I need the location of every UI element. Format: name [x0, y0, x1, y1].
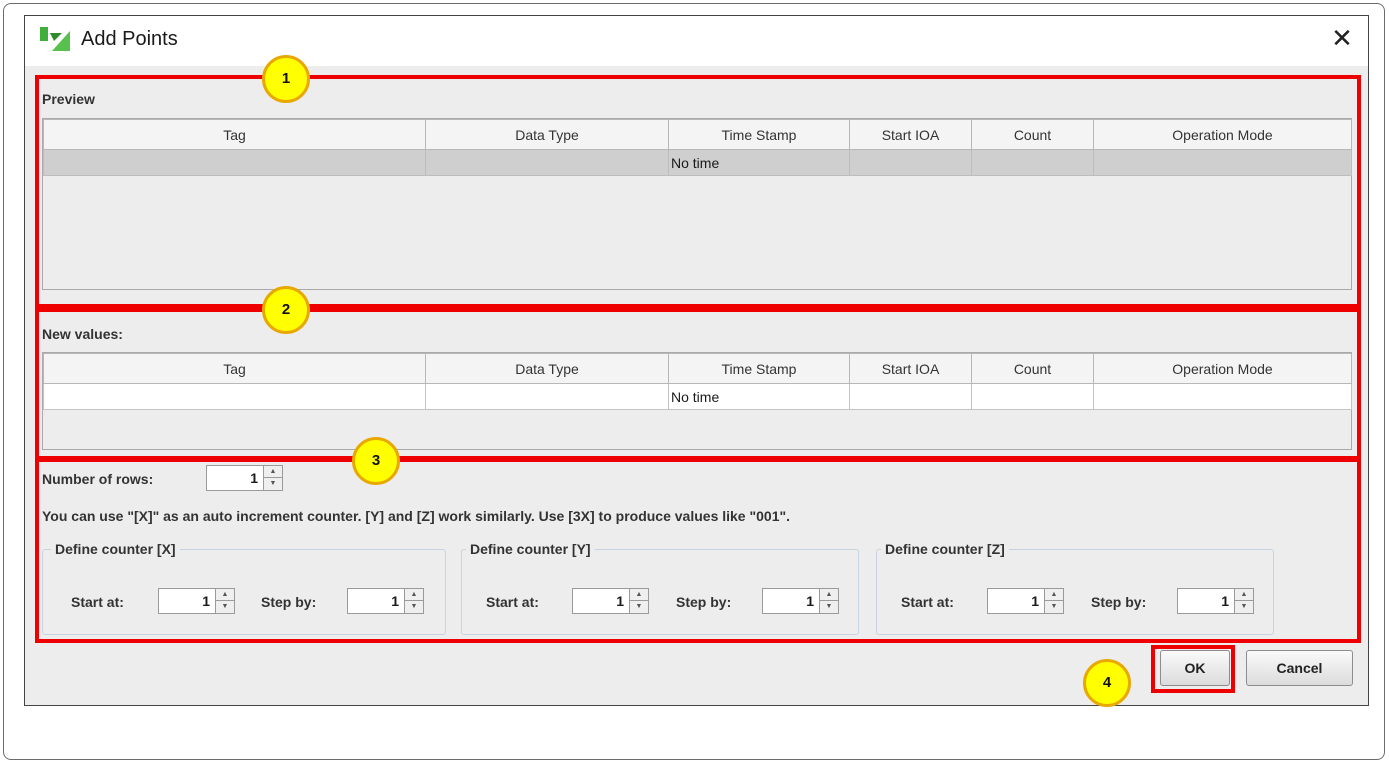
- app-logo-icon: [40, 27, 70, 51]
- callout-1: 1: [262, 55, 310, 103]
- highlight-box-settings: [35, 458, 1361, 643]
- callout-2: 2: [262, 286, 310, 334]
- window-title: Add Points: [81, 28, 178, 50]
- highlight-box-new-values: [35, 308, 1361, 460]
- highlight-box-preview: [35, 75, 1361, 308]
- callout-4: 4: [1083, 659, 1131, 707]
- cancel-button[interactable]: Cancel: [1246, 650, 1353, 686]
- callout-3: 3: [352, 437, 400, 485]
- highlight-box-ok: [1151, 645, 1235, 693]
- close-icon[interactable]: ✕: [1328, 24, 1356, 52]
- title-bar: Add Points ✕: [25, 16, 1368, 66]
